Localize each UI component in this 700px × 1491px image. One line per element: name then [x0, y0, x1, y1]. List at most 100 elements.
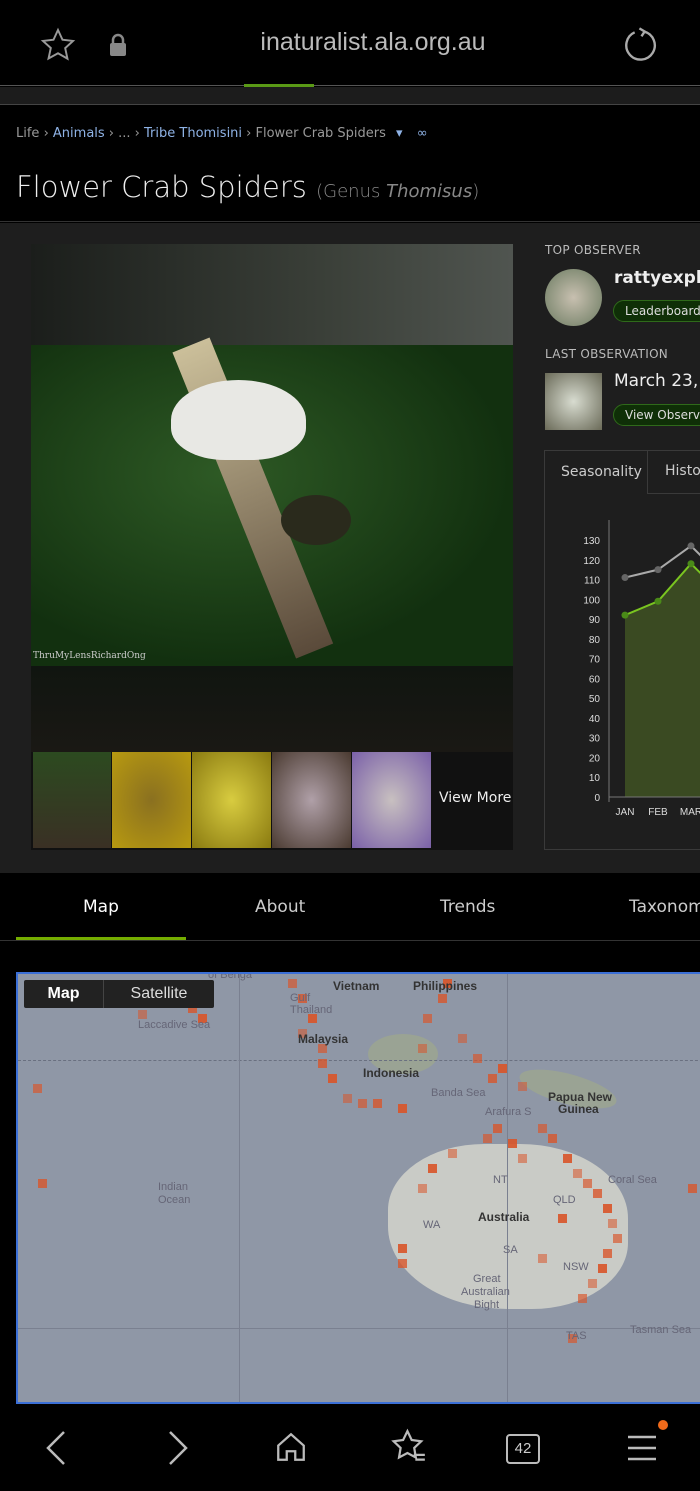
observation-cell — [493, 1124, 502, 1133]
tab-map[interactable]: Map — [83, 897, 119, 917]
observation-cell — [613, 1234, 622, 1243]
thumbnail[interactable] — [112, 752, 191, 848]
data-point — [621, 611, 629, 619]
thumbnail[interactable] — [33, 752, 111, 848]
observation-cell — [608, 1219, 617, 1228]
top-observer-name[interactable]: rattyexplor — [614, 268, 700, 288]
observation-cell — [563, 1154, 572, 1163]
last-observation-thumbnail[interactable] — [545, 373, 602, 430]
y-tick-label: 70 — [589, 655, 601, 666]
photo-viewer: ThruMyLensRichardOng View More — [31, 244, 513, 850]
link-icon[interactable]: ∞ — [417, 126, 428, 141]
tabs-count-button[interactable]: 42 — [506, 1434, 540, 1464]
observation-cell — [423, 1014, 432, 1023]
map-type-map[interactable]: Map — [24, 980, 104, 1008]
photo-blur-bottom — [31, 666, 513, 752]
map-label: Guinea — [558, 1102, 599, 1116]
reload-icon[interactable] — [622, 26, 660, 64]
tab-divider — [648, 493, 700, 494]
tab-seasonality[interactable]: Seasonality — [544, 450, 648, 494]
menu-icon[interactable] — [626, 1432, 658, 1464]
observation-cell — [603, 1204, 612, 1213]
map-label: Vietnam — [333, 979, 380, 993]
y-tick-label: 130 — [583, 536, 600, 547]
back-icon[interactable] — [44, 1430, 70, 1466]
grid-line — [507, 974, 508, 1402]
spider-body — [171, 380, 306, 460]
observation-cell — [438, 994, 447, 1003]
main-photo[interactable]: ThruMyLensRichardOng — [31, 337, 513, 666]
y-tick-label: 60 — [589, 674, 601, 685]
browser-bottom-nav: 42 — [0, 1404, 700, 1491]
observation-cell — [428, 1164, 437, 1173]
forward-icon[interactable] — [164, 1430, 190, 1466]
y-tick-label: 100 — [583, 595, 600, 606]
avatar[interactable] — [545, 269, 602, 326]
observation-cell — [398, 1259, 407, 1268]
map-label: Tasman Sea — [630, 1324, 692, 1336]
active-indicator — [244, 84, 314, 87]
observation-cell — [558, 1214, 567, 1223]
breadcrumb-animals[interactable]: Animals — [53, 126, 105, 141]
observation-cell — [328, 1074, 337, 1083]
map-label: TAS — [566, 1330, 587, 1342]
grid-line — [239, 974, 240, 1402]
url-text[interactable]: inaturalist.ala.org.au — [0, 28, 700, 57]
map-type-satellite[interactable]: Satellite — [104, 980, 214, 1008]
thumbnail[interactable] — [352, 752, 431, 848]
observation-map[interactable]: of Benga Vietnam Philippines Gulf Thailand La… — [16, 972, 700, 1404]
page-title: Flower Crab Spiders (Genus Thomisus) — [16, 170, 479, 204]
home-icon[interactable] — [274, 1430, 308, 1464]
thumbnail[interactable] — [272, 752, 351, 848]
observation-cell — [508, 1139, 517, 1148]
tab-about[interactable]: About — [255, 897, 305, 917]
breadcrumb-tribe[interactable]: Tribe Thomisini — [144, 126, 242, 141]
map-label: Indonesia — [363, 1066, 420, 1080]
prey — [281, 495, 351, 545]
y-tick-label: 10 — [589, 773, 601, 784]
map-label: Banda Sea — [431, 1087, 486, 1099]
breadcrumb-ellipsis[interactable]: ... — [118, 126, 130, 141]
observation-cell — [583, 1179, 592, 1188]
tab-history[interactable]: Histor — [665, 463, 700, 479]
map-label: Thailand — [290, 1004, 333, 1016]
top-observer-label: TOP OBSERVER — [545, 243, 641, 257]
taxon-header: Life › Animals › ... › Tribe Thomisini ›… — [0, 106, 700, 222]
tab-trends[interactable]: Trends — [440, 897, 495, 917]
y-tick-label: 90 — [589, 615, 601, 626]
tab-taxonomy[interactable]: Taxonom — [629, 897, 700, 917]
observation-cell — [538, 1254, 547, 1263]
bookmarks-icon[interactable] — [390, 1428, 428, 1466]
observation-cell — [33, 1084, 42, 1093]
caret-down-icon[interactable]: ▾ — [396, 126, 403, 141]
notification-dot — [658, 1420, 668, 1430]
observation-cell — [318, 1059, 327, 1068]
data-point — [687, 542, 695, 550]
view-more-link[interactable]: View More — [439, 790, 511, 806]
map-label: NT — [493, 1174, 508, 1186]
x-tick-label: JAN — [616, 807, 635, 818]
view-observation-button[interactable]: View Observat — [613, 404, 700, 426]
map-label: Bight — [474, 1299, 500, 1311]
y-tick-label: 50 — [589, 694, 601, 705]
y-tick-label: 120 — [583, 556, 600, 567]
data-point — [654, 566, 662, 574]
observation-cell — [448, 1149, 457, 1158]
observation-cell — [598, 1264, 607, 1273]
observation-cell — [548, 1134, 557, 1143]
breadcrumb-life[interactable]: Life — [16, 126, 39, 141]
map-label: Great — [473, 1273, 501, 1285]
map-type-toggle: Map Satellite — [24, 980, 214, 1008]
observation-cell — [488, 1074, 497, 1083]
observation-cell — [603, 1249, 612, 1258]
thumbnail[interactable] — [192, 752, 271, 848]
y-tick-label: 30 — [589, 734, 601, 745]
observation-cell — [473, 1054, 482, 1063]
thumbnail-strip: View More — [31, 752, 513, 850]
observation-cell — [498, 1064, 507, 1073]
map-label: Arafura S — [485, 1106, 532, 1118]
grid-line — [18, 1328, 700, 1329]
map-label: Laccadive Sea — [138, 1019, 211, 1031]
observation-cell — [538, 1124, 547, 1133]
leaderboard-button[interactable]: Leaderboard — [613, 300, 700, 322]
